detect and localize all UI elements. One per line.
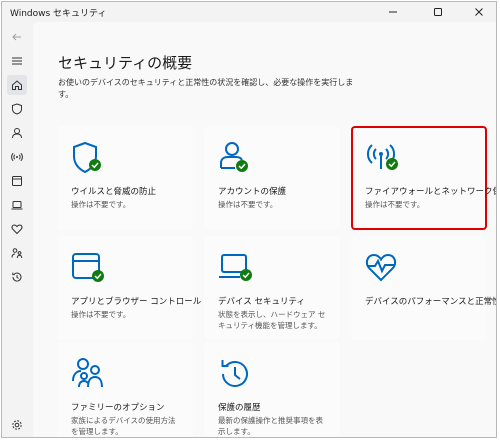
tile-status: 家族によるデバイスの使用方法を管理します。: [71, 416, 176, 436]
heart-icon: [11, 224, 23, 235]
app-window: Windows セキュリティ セキュリティの概要 お使いのデバイスのセキュリティ…: [1, 1, 497, 438]
sidebar-item-home[interactable]: [7, 75, 27, 95]
tile-name: ファミリーのオプション: [71, 403, 165, 413]
tile-status: 操作は不要です。: [218, 200, 278, 209]
close-button[interactable]: [464, 2, 494, 22]
tile-name: アカウントの保護: [218, 187, 287, 197]
heart-pulse-icon: [365, 253, 397, 282]
back-button[interactable]: [7, 27, 27, 47]
app-window-check-icon: [72, 253, 104, 282]
account-check-icon: [220, 142, 248, 172]
maximize-icon: [434, 8, 442, 16]
tile-status: 操作は不要です。: [365, 200, 425, 209]
history-icon: [12, 272, 22, 282]
window-title: Windows セキュリティ: [10, 9, 107, 19]
sidebar: [2, 22, 32, 437]
laptop-check-icon: [219, 254, 252, 281]
tile-family-options[interactable]: ファミリーのオプション 家族によるデバイスの使用方法を管理します。: [57, 342, 193, 437]
history-icon: [221, 360, 248, 387]
tile-name: デバイス セキュリティ: [218, 297, 305, 307]
home-icon: [12, 80, 22, 90]
antenna-check-icon: [366, 144, 398, 170]
app-window-icon: [12, 176, 22, 186]
sidebar-item-settings[interactable]: [7, 415, 27, 435]
family-icon: [72, 358, 103, 388]
antenna-icon: [11, 152, 23, 162]
shield-check-icon: [73, 141, 101, 174]
sidebar-item-firewall[interactable]: [7, 147, 27, 167]
shield-icon: [12, 103, 22, 115]
sidebar-item-device-health[interactable]: [7, 219, 27, 239]
sidebar-item-family[interactable]: [7, 243, 27, 263]
hamburger-icon: [12, 57, 22, 65]
tile-name: デバイスのパフォーマンスと正常性: [365, 297, 497, 307]
tile-protection-history[interactable]: 保護の履歴 最新の保護操作と推奨事項を表示します。: [204, 342, 340, 437]
tile-name: ファイアウォールとネットワーク保護: [365, 187, 497, 197]
gear-icon: [12, 420, 22, 430]
main-content: セキュリティの概要 お使いのデバイスのセキュリティと正常性の状況を確認し、必要な…: [33, 22, 496, 437]
title-bar: Windows セキュリティ: [2, 2, 496, 22]
sidebar-item-account-protection[interactable]: [7, 123, 27, 143]
tile-device-security[interactable]: デバイス セキュリティ 状態を表示し、ハードウェア セキュリティ機能を管理します…: [204, 236, 340, 340]
sidebar-item-device-security[interactable]: [7, 195, 27, 215]
minimize-button[interactable]: [378, 2, 408, 22]
page-title: セキュリティの概要: [58, 54, 193, 72]
tile-virus-threat-protection[interactable]: ウイルスと脅威の防止 操作は不要です。: [57, 126, 193, 230]
back-arrow-icon: [12, 33, 21, 41]
sidebar-item-app-browser[interactable]: [7, 171, 27, 191]
tile-name: 保護の履歴: [218, 403, 261, 413]
tile-app-browser-control[interactable]: アプリとブラウザー コントロール 操作は不要です。: [57, 236, 201, 340]
tile-name: アプリとブラウザー コントロール: [71, 297, 202, 307]
tile-name: ウイルスと脅威の防止: [71, 187, 157, 197]
tile-status: 状態を表示し、ハードウェア セキュリティ機能を管理します。: [218, 310, 326, 330]
page-description: お使いのデバイスのセキュリティと正常性の状況を確認し、必要な操作を実行します。: [58, 78, 354, 99]
tile-device-performance-health[interactable]: デバイスのパフォーマンスと正常性: [351, 236, 496, 340]
close-icon: [475, 8, 483, 16]
tile-firewall-network-protection[interactable]: ファイアウォールとネットワーク保護 操作は不要です。: [351, 126, 496, 230]
tile-status: 最新の保護操作と推奨事項を表示します。: [218, 416, 323, 436]
minimize-icon: [389, 11, 397, 13]
laptop-icon: [11, 201, 23, 210]
sidebar-item-virus-protection[interactable]: [7, 99, 27, 119]
sidebar-item-history[interactable]: [7, 267, 27, 287]
family-icon: [11, 248, 23, 259]
tile-account-protection[interactable]: アカウントの保護 操作は不要です。: [204, 126, 340, 230]
tile-status: 操作は不要です。: [71, 200, 131, 209]
maximize-button[interactable]: [423, 2, 453, 22]
tile-status: 操作は不要です。: [71, 310, 131, 319]
person-icon: [12, 128, 22, 139]
menu-button[interactable]: [7, 51, 27, 71]
